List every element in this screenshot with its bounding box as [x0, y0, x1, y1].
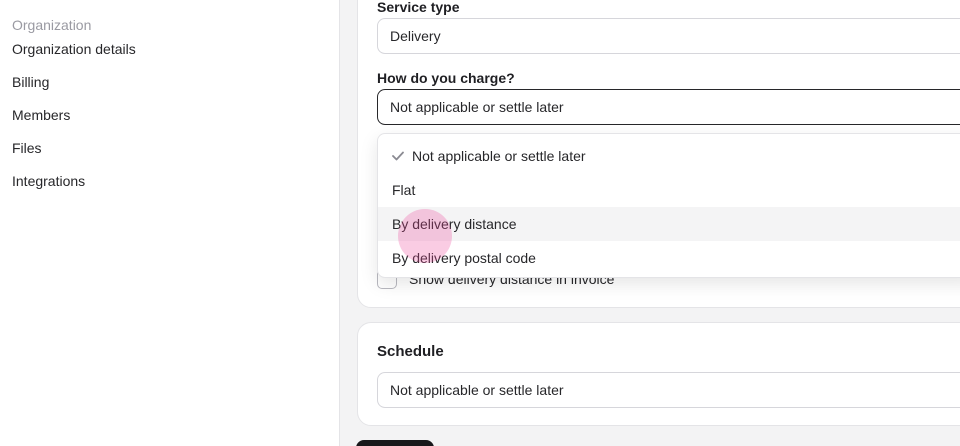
sidebar-section-label: Organization	[12, 17, 92, 33]
schedule-title: Schedule	[377, 343, 444, 360]
sidebar-item-organization-details[interactable]: Organization details	[12, 41, 136, 57]
option-label: By delivery postal code	[392, 250, 536, 266]
option-label: Not applicable or settle later	[412, 148, 586, 164]
sidebar-item-integrations[interactable]: Integrations	[12, 173, 85, 189]
service-type-select[interactable]: Delivery	[377, 18, 960, 54]
primary-button[interactable]	[356, 440, 434, 446]
check-icon	[392, 148, 406, 164]
main-content: Service type Delivery How do you charge?…	[341, 0, 960, 446]
option-by-delivery-postal-code[interactable]: By delivery postal code	[378, 241, 960, 275]
charge-label: How do you charge?	[377, 70, 515, 86]
sidebar-item-members[interactable]: Members	[12, 107, 70, 123]
schedule-select[interactable]: Not applicable or settle later	[377, 372, 960, 408]
sidebar-item-billing[interactable]: Billing	[12, 74, 49, 90]
option-label: By delivery distance	[392, 216, 517, 232]
option-flat[interactable]: Flat	[378, 173, 960, 207]
option-label: Flat	[392, 182, 416, 198]
service-type-label: Service type	[377, 0, 460, 15]
option-not-applicable[interactable]: Not applicable or settle later	[378, 139, 960, 173]
sidebar: Organization Organization details Billin…	[0, 0, 340, 446]
sidebar-item-files[interactable]: Files	[12, 140, 42, 156]
charge-select[interactable]: Not applicable or settle later	[377, 89, 960, 125]
charge-dropdown-menu: Not applicable or settle later Flat By d…	[377, 133, 960, 278]
option-by-delivery-distance[interactable]: By delivery distance	[378, 207, 960, 241]
